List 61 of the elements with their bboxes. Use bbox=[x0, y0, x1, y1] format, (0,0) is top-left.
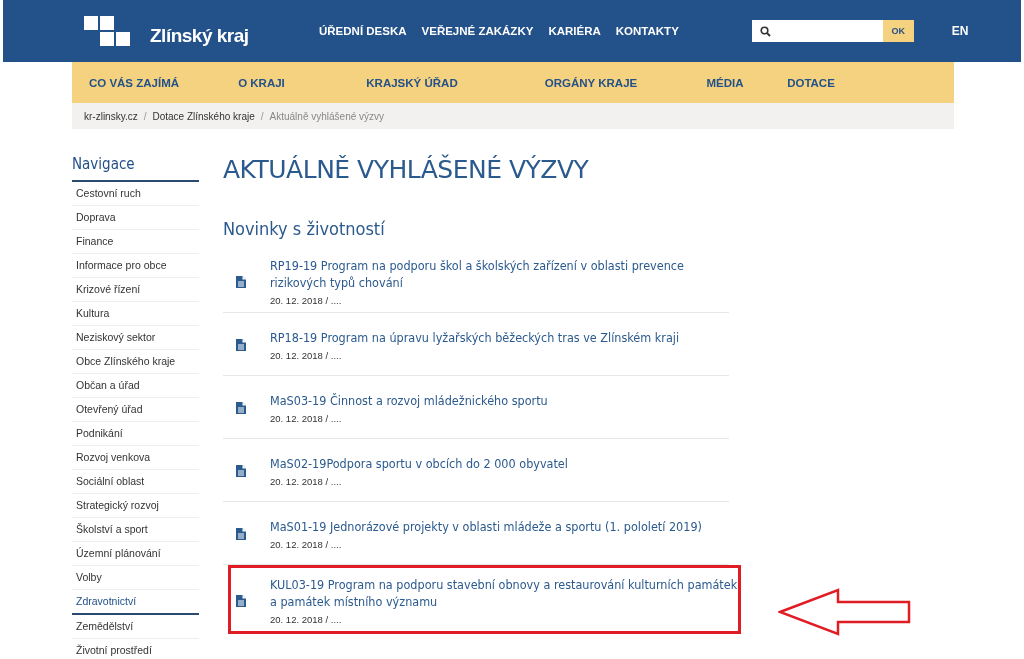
sidebar-item[interactable]: Otevřený úřad bbox=[72, 398, 199, 422]
call-date: 20. 12. 2018 / .... bbox=[270, 295, 343, 306]
call-date: 20. 12. 2018 / .... bbox=[270, 614, 343, 625]
search-field[interactable]: OK bbox=[751, 20, 914, 42]
sidebar-item[interactable]: Zemědělství bbox=[72, 615, 199, 639]
sidebar-item[interactable]: Rozvoj venkova bbox=[72, 446, 199, 470]
breadcrumb-link[interactable]: Dotace Zlínského kraje bbox=[152, 110, 255, 122]
sidebar-item[interactable]: Zdravotnictví bbox=[72, 590, 199, 615]
call-date: 20. 12. 2018 / .... bbox=[270, 350, 343, 361]
sidebar-item[interactable]: Občan a úřad bbox=[72, 374, 199, 398]
breadcrumb-link[interactable]: kr-zlinsky.cz bbox=[84, 110, 138, 122]
breadcrumb-separator: / bbox=[260, 110, 264, 122]
call-title-link[interactable]: RP19-19 Program na podporu škol a školských zařízení v oblasti prevence rizikových typů chování bbox=[270, 257, 729, 291]
sidebar-item[interactable]: Kultura bbox=[72, 302, 199, 326]
main-nav-link[interactable]: MÉDIA bbox=[685, 76, 765, 89]
sidebar-item[interactable]: Školství a sport bbox=[72, 518, 199, 542]
sidebar-item[interactable]: Obce Zlínského kraje bbox=[72, 350, 199, 374]
top-nav-link[interactable]: KARIÉRA bbox=[548, 25, 601, 37]
call-title-link[interactable]: RP18-19 Program na úpravu lyžařských běžeckých tras ve Zlínském kraji bbox=[270, 329, 680, 346]
top-nav-link[interactable]: KONTAKTY bbox=[615, 25, 679, 37]
main-nav-link[interactable]: DOTACE bbox=[765, 76, 857, 89]
sidebar-item[interactable]: Cestovní ruch bbox=[72, 182, 199, 206]
call-title-link[interactable]: MaS01-19 Jednorázové projekty v oblasti mládeže a sportu (1. pololetí 2019) bbox=[270, 518, 702, 535]
document-icon bbox=[236, 528, 246, 540]
document-icon bbox=[236, 275, 246, 288]
breadcrumb-current: Aktuálně vyhlášené výzvy bbox=[269, 110, 385, 122]
main-nav-link[interactable]: O KRAJI bbox=[196, 76, 327, 89]
main-nav-link[interactable]: CO VÁS ZAJÍMÁ bbox=[72, 76, 196, 89]
call-title-link[interactable]: MaS02-19Podpora sportu v obcích do 2 000 obyvatel bbox=[270, 455, 568, 472]
call-date: 20. 12. 2018 / .... bbox=[270, 539, 343, 550]
breadcrumb-separator: / bbox=[143, 110, 147, 122]
main-nav-link[interactable]: ORGÁNY KRAJE bbox=[497, 76, 685, 89]
logo-text[interactable]: Zlínský kraj bbox=[150, 25, 249, 47]
document-icon bbox=[236, 594, 246, 607]
top-nav-link[interactable]: VEŘEJNÉ ZAKÁZKY bbox=[421, 25, 534, 37]
language-link[interactable]: EN bbox=[951, 24, 969, 38]
sidebar-item[interactable]: Finance bbox=[72, 230, 199, 254]
search-ok-button[interactable]: OK bbox=[882, 20, 914, 42]
sidebar-item[interactable]: Strategický rozvoj bbox=[72, 494, 199, 518]
call-date: 20. 12. 2018 / .... bbox=[270, 476, 343, 487]
search-icon bbox=[759, 25, 771, 37]
sidebar-item[interactable]: Životní prostředí bbox=[72, 639, 199, 659]
sidebar-item[interactable]: Volby bbox=[72, 566, 199, 590]
call-date: 20. 12. 2018 / .... bbox=[270, 413, 343, 424]
page-title: AKTUÁLNĚ VYHLÁŠENÉ VÝZVY bbox=[223, 155, 590, 184]
sidebar-item[interactable]: Doprava bbox=[72, 206, 199, 230]
sidebar-item[interactable]: Krizové řízení bbox=[72, 278, 199, 302]
sidebar-item[interactable]: Neziskový sektor bbox=[72, 326, 199, 350]
sidebar-title: Navigace bbox=[72, 155, 199, 182]
section-title: Novinky s životností bbox=[223, 218, 386, 239]
document-icon bbox=[236, 465, 246, 477]
call-title-link[interactable]: KUL03-19 Program na podporu stavební obnovy a restaurování kulturních památek a památek místního významu bbox=[270, 576, 738, 610]
sidebar-item[interactable]: Informace pro obce bbox=[72, 254, 199, 278]
sidebar-item[interactable]: Sociální oblast bbox=[72, 470, 199, 494]
document-icon bbox=[236, 402, 246, 414]
sidebar-item[interactable]: Územní plánování bbox=[72, 542, 199, 566]
document-icon bbox=[236, 339, 246, 351]
main-nav-link[interactable]: KRAJSKÝ ÚŘAD bbox=[327, 76, 497, 89]
sidebar-item[interactable]: Podnikání bbox=[72, 422, 199, 446]
top-nav-link[interactable]: ÚŘEDNÍ DESKA bbox=[319, 25, 407, 37]
call-title-link[interactable]: MaS03-19 Činnost a rozvoj mládežnického sportu bbox=[270, 392, 548, 409]
